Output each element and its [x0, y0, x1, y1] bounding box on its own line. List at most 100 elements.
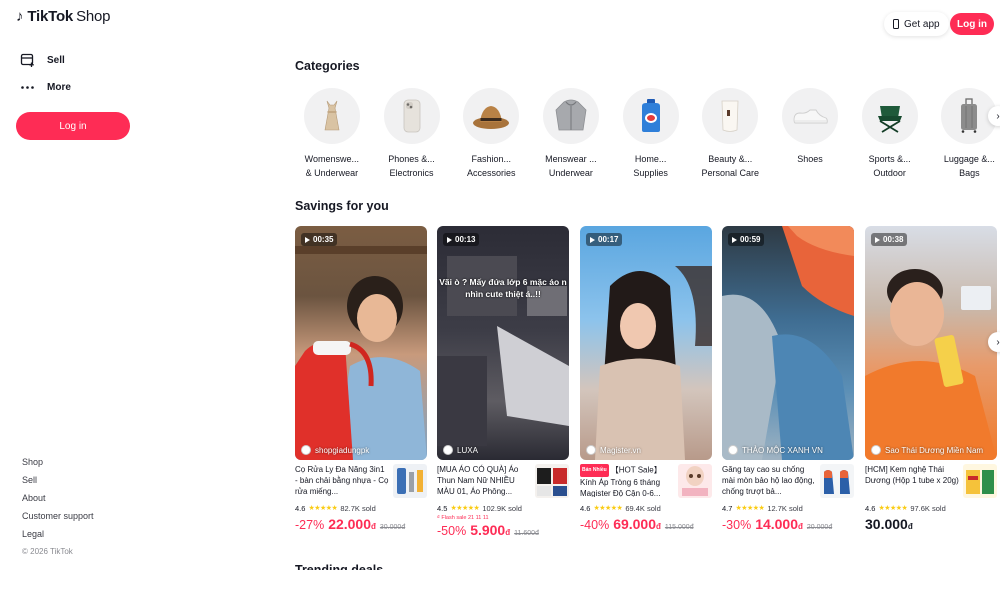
original-price: 11.600đ	[514, 530, 539, 537]
rating-row: 4.5 ★★★★★ 102.9K sold	[437, 503, 522, 513]
creator-badge: Sao Thái Dương Miền Nam	[871, 445, 983, 455]
creator-avatar	[301, 445, 311, 455]
category-womenswear[interactable]: Womenswe... & Underwear	[292, 88, 372, 180]
sale-price: 14.000đ	[755, 516, 803, 532]
rating-row: 4.6 ★★★★★ 97.6K sold	[865, 503, 946, 513]
chevron-right-icon: ›	[996, 110, 1000, 122]
price-row: -40% 69.000đ 115.000đ	[580, 516, 712, 532]
category-fashion-accessories[interactable]: Fashion... Accessories	[451, 88, 531, 180]
play-icon	[590, 236, 595, 243]
tiktok-logo-icon: ♪	[16, 8, 24, 25]
category-phones-electronics[interactable]: Phones &... Electronics	[372, 88, 452, 180]
original-price: 30.000đ	[379, 524, 406, 531]
star-rating-icon: ★★★★★	[878, 505, 908, 512]
footer-link-legal[interactable]: Legal	[22, 529, 94, 547]
camping-chair-icon	[861, 88, 918, 144]
product-card[interactable]: 00:17 Magister.vn Bán Nhiều 【HOT Sale】 Kí…	[580, 226, 712, 532]
category-line2: Outdoor	[873, 168, 906, 178]
video-thumbnail[interactable]: Vãi ò ? Mấy đứa lớp 6 mặc áo n nhìn cute…	[437, 226, 569, 460]
product-title[interactable]: [MUA ÁO CÓ QUÀ] Áo Thun Nam Nữ NHIỀU MÀU…	[437, 464, 531, 497]
logo-text-tiktok: TikTok	[27, 8, 74, 25]
phone-icon	[893, 19, 899, 29]
star-rating-icon: ★★★★★	[450, 505, 480, 512]
product-thumbnail[interactable]	[393, 464, 427, 498]
footer-link-customer-support[interactable]: Customer support	[22, 511, 94, 529]
footer-link-shop[interactable]: Shop	[22, 457, 94, 475]
product-title[interactable]: Găng tay cao su chống mài mòn bảo hộ lao…	[722, 464, 816, 497]
product-title[interactable]: Cọ Rửa Ly Đa Năng 3in1 - bàn chải bằng n…	[295, 464, 389, 497]
video-duration: 00:38	[871, 233, 908, 246]
cosmetic-tube-icon	[702, 88, 759, 144]
sidebar-item-sell[interactable]: Sell	[20, 53, 65, 68]
category-luggage-bags[interactable]: Luggage &... Bags	[930, 88, 1000, 180]
get-app-button[interactable]: Get app	[884, 12, 949, 36]
category-line2: Underwear	[548, 168, 593, 178]
bestseller-tag: Bán Nhiều	[580, 464, 609, 477]
footer-link-about[interactable]: About	[22, 493, 94, 511]
rating-row: 4.6 ★★★★★ 69.4K sold	[580, 503, 661, 513]
original-price: 20.000đ	[806, 524, 833, 531]
play-icon	[732, 236, 737, 243]
logo-text-shop: Shop	[76, 8, 111, 25]
product-card[interactable]: 00:35 shopgiadungpk Cọ Rửa Ly Đa Năng 3i…	[295, 226, 427, 532]
detergent-bottle-icon	[622, 88, 679, 144]
category-line1: Home...	[634, 154, 667, 164]
discount-badge: -50%	[437, 524, 467, 538]
sale-price: 69.000đ	[613, 516, 661, 532]
creator-avatar	[443, 445, 453, 455]
product-card[interactable]: 00:59 THẢO MỘC XANH VN Găng tay cao su c…	[722, 226, 854, 532]
product-title[interactable]: [HCM] Kem nghệ Thái Dương (Hộp 1 tube x …	[865, 464, 959, 497]
product-card[interactable]: Vãi ò ? Mấy đứa lớp 6 mặc áo n nhìn cute…	[437, 226, 569, 538]
video-duration: 00:35	[301, 233, 338, 246]
product-thumbnail[interactable]	[678, 464, 712, 498]
category-shoes[interactable]: Shoes	[770, 88, 850, 180]
category-line2: Electronics	[389, 168, 434, 178]
sale-price: 5.900đ	[470, 522, 511, 538]
creator-badge: LUXA	[443, 445, 478, 455]
rating-row: 4.6 ★★★★★ 82.7K sold	[295, 503, 376, 513]
creator-badge: THẢO MỘC XANH VN	[728, 445, 823, 455]
category-menswear[interactable]: Menswear ... Underwear	[531, 88, 611, 180]
category-line1: Womenswe...	[304, 154, 360, 164]
get-app-label: Get app	[904, 18, 940, 30]
tiktok-shop-logo[interactable]: ♪ TikTok Shop	[16, 8, 111, 25]
video-thumbnail[interactable]: 00:38 Sao Thái Dương Miền Nam	[865, 226, 997, 460]
video-duration: 00:17	[586, 233, 623, 246]
category-line2: Accessories	[466, 168, 516, 178]
category-line1: Shoes	[797, 154, 823, 164]
category-line1: Beauty &...	[708, 154, 753, 164]
category-line2: Supplies	[633, 168, 668, 178]
dress-icon	[303, 88, 360, 144]
category-line2: Personal Care	[701, 168, 760, 178]
sidebar-item-more[interactable]: More	[20, 80, 71, 95]
sale-price: 30.000đ	[865, 516, 913, 532]
price-row: 30.000đ	[865, 516, 997, 532]
video-duration: 00:13	[443, 233, 480, 246]
creator-avatar	[871, 445, 881, 455]
product-thumbnail[interactable]	[820, 464, 854, 498]
header-login-button[interactable]: Log in	[950, 13, 994, 35]
original-price: 115.000đ	[664, 524, 694, 531]
product-title[interactable]: Bán Nhiều 【HOT Sale】 Kính Áp Tròng 6 thán…	[580, 464, 674, 497]
price-row: -50% 5.900đ 11.600đ	[437, 522, 569, 538]
jacket-icon	[542, 88, 599, 144]
category-line1: Fashion...	[471, 154, 511, 164]
product-thumbnail[interactable]	[963, 464, 997, 498]
video-thumbnail[interactable]: 00:17 Magister.vn	[580, 226, 712, 460]
product-thumbnail[interactable]	[535, 464, 569, 498]
product-card[interactable]: 00:38 Sao Thái Dương Miền Nam [HCM] Kem …	[865, 226, 997, 532]
creator-avatar	[586, 445, 596, 455]
video-thumbnail[interactable]: 00:35 shopgiadungpk	[295, 226, 427, 460]
category-list: Womenswe... & Underwear Phones &... Electr…	[292, 88, 1000, 180]
hat-icon	[463, 88, 520, 144]
discount-badge: -30%	[722, 518, 752, 532]
copyright: © 2026 TikTok	[22, 547, 73, 556]
video-thumbnail[interactable]: 00:59 THẢO MỘC XANH VN	[722, 226, 854, 460]
sidebar-login-button[interactable]: Log in	[16, 112, 130, 140]
categories-title: Categories	[295, 59, 360, 73]
category-sports-outdoor[interactable]: Sports &... Outdoor	[850, 88, 930, 180]
play-icon	[875, 236, 880, 243]
category-home-supplies[interactable]: Home... Supplies	[611, 88, 691, 180]
category-beauty-personal-care[interactable]: Beauty &... Personal Care	[690, 88, 770, 180]
footer-link-sell[interactable]: Sell	[22, 475, 94, 493]
